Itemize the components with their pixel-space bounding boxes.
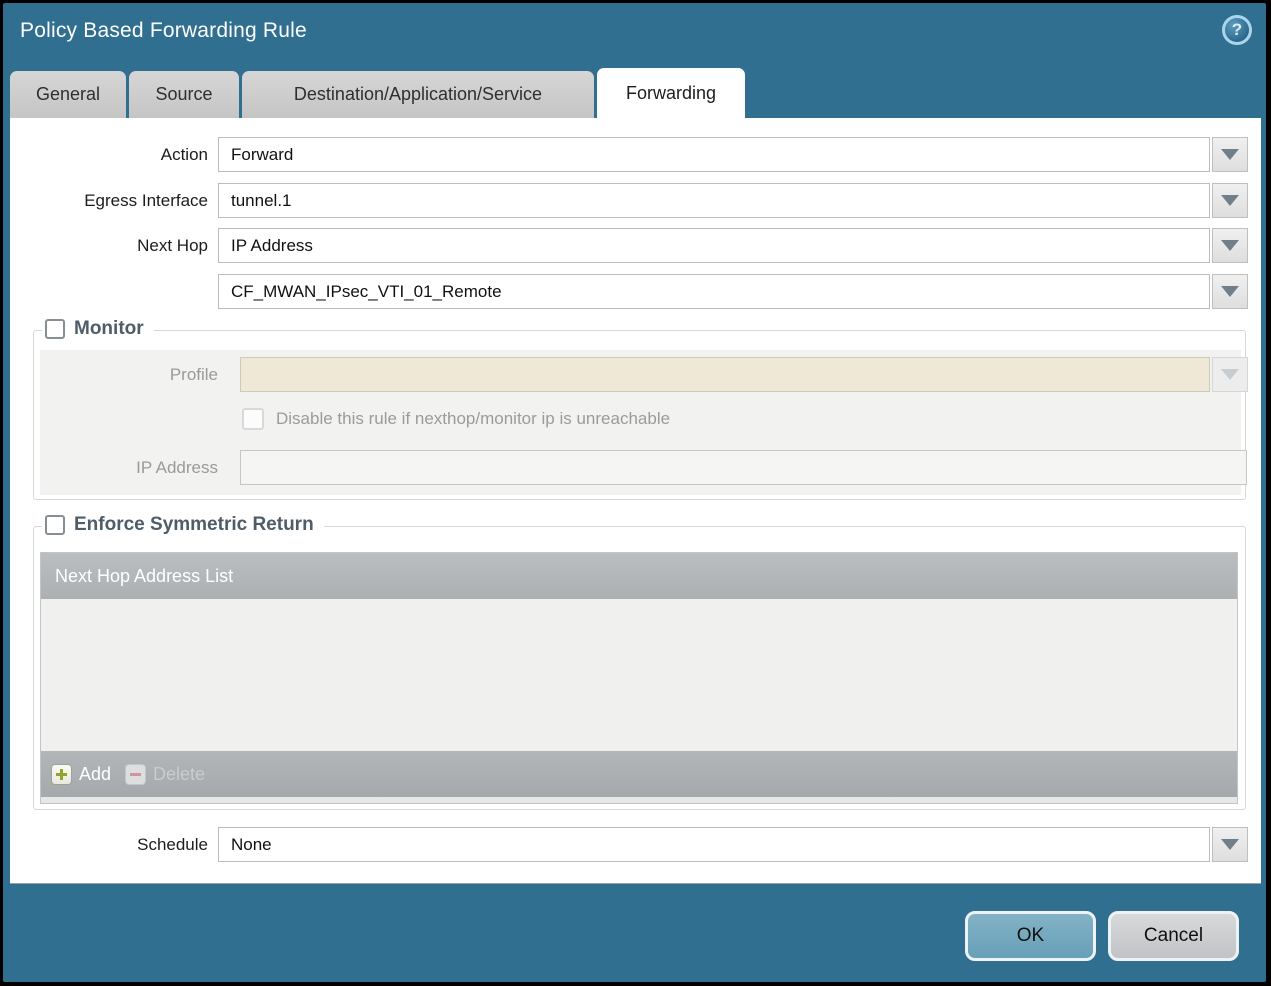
schedule-dropdown-trigger[interactable]	[1212, 827, 1248, 862]
symmetric-return-fieldset: Enforce Symmetric Return Next Hop Addres…	[33, 514, 1246, 810]
monitor-legend: Monitor	[42, 318, 154, 340]
next-hop-address-list-header: Next Hop Address List	[41, 553, 1237, 599]
delete-button-label: Delete	[153, 763, 206, 784]
chevron-down-icon	[1221, 286, 1239, 297]
add-button[interactable]: Add	[51, 763, 112, 785]
cancel-button[interactable]: Cancel	[1108, 911, 1239, 961]
action-combobox[interactable]	[218, 137, 1210, 172]
enforce-symmetric-return-checkbox[interactable]	[45, 515, 65, 535]
next-hop-address-combobox[interactable]	[218, 274, 1210, 309]
disable-rule-checkbox	[242, 408, 264, 430]
screen: Policy Based Forwarding Rule ? General S…	[0, 0, 1271, 986]
monitor-ip-address-label: IP Address	[136, 458, 218, 477]
help-icon[interactable]: ?	[1222, 15, 1252, 45]
monitor-checkbox[interactable]	[45, 319, 65, 339]
delete-button-disabled: Delete	[125, 763, 206, 785]
tab-source[interactable]: Source	[129, 71, 239, 118]
egress-interface-label: Egress Interface	[84, 191, 208, 210]
monitor-ip-address-field-disabled	[240, 450, 1247, 485]
egress-interface-combobox[interactable]	[218, 183, 1210, 218]
add-button-label: Add	[79, 763, 112, 784]
symmetric-return-legend-label: Enforce Symmetric Return	[74, 514, 314, 535]
next-hop-address-list-body[interactable]	[41, 599, 1237, 751]
forwarding-tab-panel: Action Egress Interface Next Hop	[10, 118, 1261, 884]
next-hop-type-dropdown-trigger[interactable]	[1212, 228, 1248, 263]
ok-button[interactable]: OK	[965, 911, 1096, 961]
egress-interface-dropdown-trigger[interactable]	[1212, 183, 1248, 218]
action-dropdown-trigger[interactable]	[1212, 137, 1248, 172]
tab-destination-application-service[interactable]: Destination/Application/Service	[242, 71, 594, 118]
monitor-fieldset: Monitor Profile Disable this rule if nex…	[33, 318, 1248, 500]
profile-dropdown-trigger-disabled	[1212, 357, 1248, 392]
pbf-rule-dialog: Policy Based Forwarding Rule ? General S…	[3, 3, 1266, 982]
monitor-legend-label: Monitor	[74, 318, 144, 339]
tab-general[interactable]: General	[10, 71, 126, 118]
symmetric-return-legend: Enforce Symmetric Return	[42, 514, 324, 536]
table-bottom-strip	[41, 797, 1237, 803]
disable-rule-label: Disable this rule if nexthop/monitor ip …	[276, 409, 671, 428]
chevron-down-icon	[1221, 195, 1239, 206]
action-label: Action	[160, 145, 208, 164]
chevron-down-icon	[1221, 240, 1239, 251]
next-hop-address-table: Next Hop Address List Add Delete	[40, 552, 1238, 804]
profile-combobox-disabled	[240, 357, 1210, 392]
tab-forwarding[interactable]: Forwarding	[597, 68, 745, 118]
schedule-label: Schedule	[137, 835, 208, 854]
minus-icon	[125, 763, 147, 785]
next-hop-type-combobox[interactable]	[218, 228, 1210, 263]
tab-bar: General Source Destination/Application/S…	[10, 68, 745, 118]
profile-label: Profile	[169, 365, 218, 384]
next-hop-address-dropdown-trigger[interactable]	[1212, 274, 1248, 309]
plus-icon	[51, 763, 72, 785]
chevron-down-icon	[1221, 369, 1239, 380]
chevron-down-icon	[1221, 839, 1239, 850]
monitor-panel: Profile Disable this rule if nexthop/mon…	[40, 350, 1248, 495]
chevron-down-icon	[1221, 149, 1239, 160]
next-hop-label: Next Hop	[137, 236, 208, 255]
dialog-title: Policy Based Forwarding Rule	[20, 19, 307, 42]
schedule-combobox[interactable]	[218, 827, 1210, 862]
next-hop-address-toolbar: Add Delete	[41, 751, 1237, 797]
